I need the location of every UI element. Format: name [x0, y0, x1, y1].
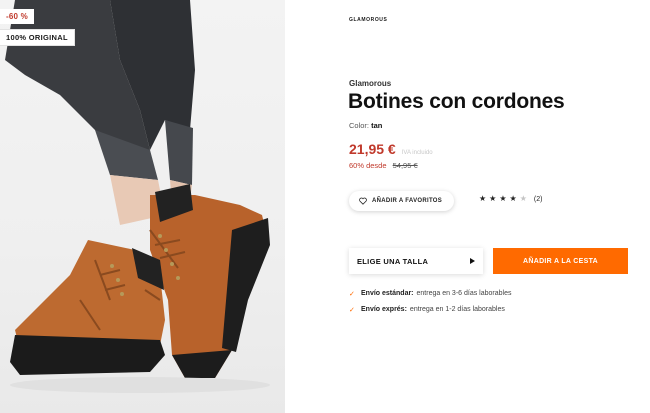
shipping-express: ✓ Envío exprés: entrega en 1-2 días labo…: [349, 302, 511, 317]
discount-text: 60% desde: [349, 161, 387, 170]
heart-icon: [359, 197, 367, 205]
rating[interactable]: ★ ★ ★ ★ ★ (2): [479, 195, 542, 203]
shipping-standard-label: Envío estándar:: [361, 290, 414, 297]
original-badge: 100% ORIGINAL: [0, 29, 75, 46]
price: 21,95 €: [349, 141, 396, 157]
add-to-favorites-button[interactable]: AÑADIR A FAVORITOS: [349, 191, 454, 211]
old-price: 54,95 €: [392, 161, 418, 170]
color-info: Color: tan: [349, 121, 382, 130]
boots-illustration: [5, 0, 270, 393]
star-icon: ★: [499, 194, 507, 203]
add-to-cart-button[interactable]: AÑADIR A LA CESTA: [493, 248, 628, 274]
star-icon: ★: [489, 194, 497, 203]
add-to-cart-label: AÑADIR A LA CESTA: [523, 257, 598, 265]
discount-info: 60% desde 54,95 €: [349, 161, 418, 170]
star-icon: ★: [519, 194, 527, 203]
shipping-info: ✓ Envío estándar: entrega en 3-6 días la…: [349, 286, 511, 318]
product-brand[interactable]: Glamorous: [349, 79, 391, 88]
shipping-standard-text: entrega en 3-6 días laborables: [416, 290, 512, 297]
brand-logo[interactable]: GLAMOROUS: [349, 17, 387, 23]
shipping-express-text: entrega en 1-2 días laborables: [409, 306, 505, 313]
vat-note: IVA incluido: [401, 150, 433, 156]
caret-right-icon: [470, 258, 475, 264]
product-image[interactable]: -60 % 100% ORIGINAL: [0, 0, 285, 413]
check-icon: ✓: [349, 290, 355, 298]
review-count[interactable]: (2): [534, 196, 543, 203]
discount-badge: -60 %: [0, 9, 34, 24]
shipping-standard: ✓ Envío estándar: entrega en 3-6 días la…: [349, 286, 511, 301]
product-title: Botines con cordones: [348, 90, 565, 113]
favorites-label: AÑADIR A FAVORITOS: [372, 198, 443, 204]
size-select-label: ELIGE UNA TALLA: [357, 256, 429, 266]
size-select[interactable]: ELIGE UNA TALLA: [349, 248, 483, 274]
price-row: 21,95 € IVA incluido: [349, 141, 433, 157]
color-value: tan: [371, 121, 383, 130]
star-icon: ★: [509, 194, 517, 203]
star-icon: ★: [479, 194, 487, 203]
shipping-express-label: Envío exprés:: [361, 306, 407, 313]
color-label: Color:: [349, 121, 370, 130]
check-icon: ✓: [349, 306, 355, 314]
